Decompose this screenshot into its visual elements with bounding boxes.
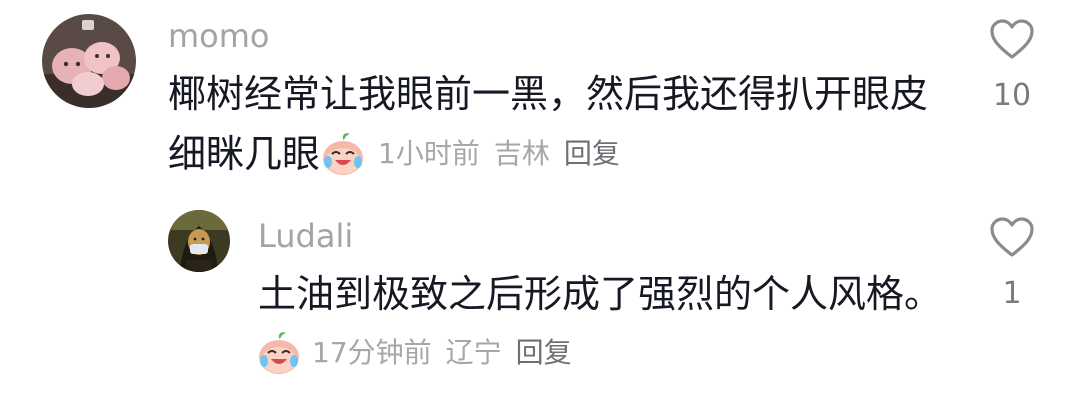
heart-outline-icon[interactable]: [989, 18, 1035, 64]
comment-text-line-2: 细眯几眼 1小时前 吉林 回复: [168, 130, 620, 178]
comment-text: 细眯几眼: [168, 132, 321, 176]
avatar[interactable]: [168, 210, 230, 272]
avatar[interactable]: [42, 14, 136, 108]
comment-username[interactable]: Ludali: [258, 216, 353, 256]
comment-time: 17分钟前: [312, 336, 432, 369]
reply-button[interactable]: 回复: [564, 136, 620, 172]
crying-laughing-peach-emoji-icon: [256, 330, 302, 376]
like-button[interactable]: 1: [988, 216, 1036, 312]
comment-meta: 17分钟前 辽宁 回复: [256, 330, 572, 376]
comment-location: 吉林: [493, 137, 550, 170]
comment-location: 辽宁: [445, 336, 502, 369]
like-count: 10: [992, 78, 1032, 113]
like-count: 1: [1002, 276, 1022, 311]
comment-text-line-1: 椰树经常让我眼前一黑，然后我还得扒开眼皮: [168, 72, 929, 116]
reply-button[interactable]: 回复: [516, 335, 572, 371]
comment-time: 1小时前: [378, 137, 480, 170]
crying-laughing-peach-emoji-icon: [320, 131, 366, 177]
heart-outline-icon[interactable]: [989, 216, 1035, 262]
comment-username[interactable]: momo: [168, 16, 270, 56]
like-button[interactable]: 10: [988, 18, 1036, 114]
comment-meta: 1小时前 吉林 回复: [378, 136, 620, 172]
comment-text: 土油到极致之后形成了强烈的个人风格。: [258, 272, 943, 316]
